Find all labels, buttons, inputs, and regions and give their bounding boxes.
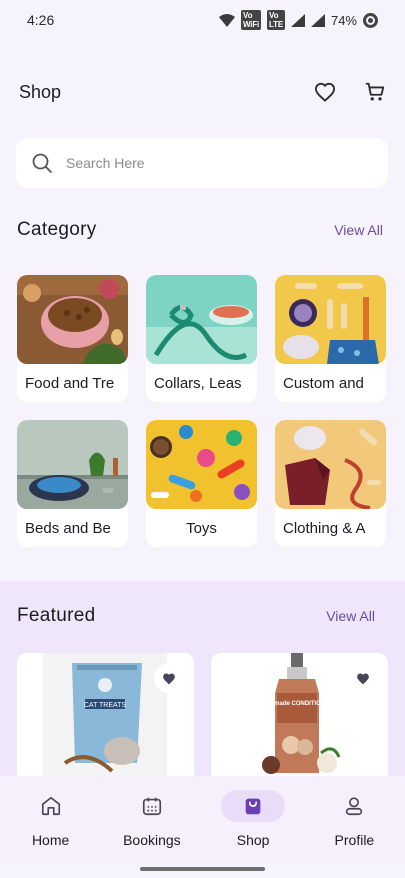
- category-card-food[interactable]: Food and Tre: [17, 275, 128, 402]
- nav-item-bookings[interactable]: Bookings: [102, 790, 202, 848]
- nav-label: Shop: [236, 832, 270, 848]
- nav-label: Profile: [334, 832, 375, 848]
- category-image-clothing: [275, 420, 386, 509]
- favorite-button[interactable]: [154, 663, 184, 693]
- nav-label: Bookings: [123, 832, 181, 848]
- nav-icon-container: [322, 790, 386, 822]
- category-card-custom[interactable]: Custom and: [275, 275, 386, 402]
- product-pack-text: CAT TREATS: [84, 702, 127, 709]
- category-label: Beds and Be: [25, 519, 111, 537]
- featured-title: Featured: [17, 605, 96, 626]
- category-label: Custom and: [283, 374, 364, 392]
- category-label: Toys: [186, 519, 217, 537]
- nav-icon-container-active: [221, 790, 286, 822]
- volte-lte-icon: Vo LTE: [267, 10, 285, 30]
- status-time: 4:26: [27, 12, 55, 28]
- calendar-icon: [142, 797, 161, 816]
- category-image-collars: [146, 275, 257, 364]
- category-card-toys[interactable]: Toys: [146, 420, 257, 547]
- product-bottle-text: Medimade CONDITIONER: [260, 701, 334, 707]
- category-label: Clothing & A: [283, 519, 366, 537]
- category-image-food: [17, 275, 128, 364]
- category-card-clothing[interactable]: Clothing & A: [275, 420, 386, 547]
- category-card-beds[interactable]: Beds and Be: [17, 420, 128, 547]
- app-bar-actions: [313, 80, 387, 104]
- page-title: Shop: [19, 81, 62, 102]
- nav-item-profile[interactable]: Profile: [304, 790, 404, 848]
- favorite-button[interactable]: [348, 663, 378, 693]
- home-indicator[interactable]: [140, 867, 265, 871]
- wifi-icon: [219, 13, 236, 27]
- volte-wifi-icon: Vo WiFi: [241, 10, 262, 30]
- nav-icon-container: [19, 790, 83, 822]
- category-card-collars[interactable]: Collars, Leas: [146, 275, 257, 402]
- status-icons: Vo WiFi Vo LTE 74%: [219, 10, 378, 30]
- heart-outline-icon: [314, 82, 336, 102]
- signal-icon-1: [290, 13, 305, 27]
- battery-icon: [363, 12, 378, 28]
- person-icon: [346, 797, 363, 816]
- category-header: Category View All: [17, 219, 387, 241]
- category-image-toys: [146, 420, 257, 509]
- search-bar[interactable]: [16, 138, 388, 188]
- status-bar: 4:26 Vo WiFi Vo LTE 74%: [0, 0, 405, 40]
- product-card[interactable]: CAT TREATS: [17, 653, 194, 783]
- heart-filled-icon: [357, 673, 369, 684]
- signal-icon-2: [310, 13, 325, 27]
- search-icon: [32, 153, 52, 173]
- category-image-custom: [275, 275, 386, 364]
- app-bar: Shop: [0, 70, 405, 114]
- cart-icon: [365, 82, 385, 101]
- featured-view-all-link[interactable]: View All: [326, 608, 375, 624]
- nav-label: Home: [31, 832, 70, 848]
- category-grid: Food and Tre Collars, Leas Custom and Be…: [17, 275, 386, 547]
- category-label: Collars, Leas: [154, 374, 242, 392]
- shopping-bag-icon: [245, 798, 261, 815]
- search-input[interactable]: [66, 155, 346, 171]
- nav-icon-container: [120, 790, 184, 822]
- cart-button[interactable]: [363, 80, 387, 104]
- nav-item-home[interactable]: Home: [1, 790, 101, 848]
- featured-header: Featured View All: [17, 605, 375, 627]
- category-view-all-link[interactable]: View All: [334, 222, 383, 238]
- heart-filled-icon: [163, 673, 175, 684]
- category-title: Category: [17, 219, 97, 240]
- battery-percent: 74%: [330, 12, 357, 28]
- category-image-beds: [17, 420, 128, 509]
- wishlist-button[interactable]: [313, 80, 337, 104]
- home-icon: [41, 796, 60, 816]
- featured-products: CAT TREATS Medimade CONDITIONER: [17, 653, 388, 783]
- category-label: Food and Tre: [25, 374, 115, 392]
- nav-item-shop[interactable]: Shop: [203, 790, 303, 848]
- product-card[interactable]: Medimade CONDITIONER: [211, 653, 388, 783]
- bottom-navigation: Home Bookings Shop Profile: [0, 776, 405, 864]
